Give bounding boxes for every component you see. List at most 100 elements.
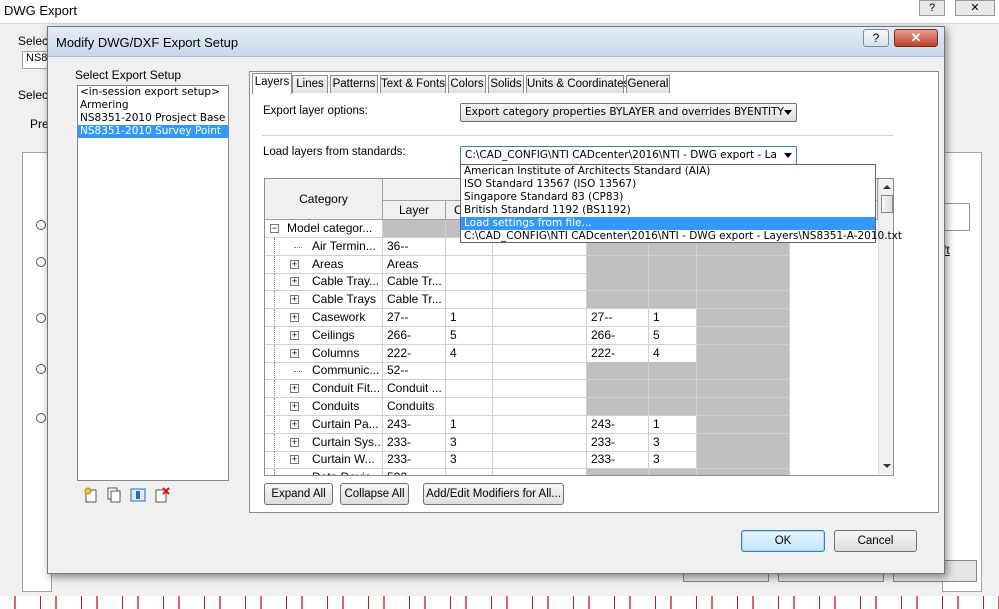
c6-cell[interactable] (697, 309, 790, 327)
export-setup-list[interactable]: <in-session export setup> Armering NS835… (77, 85, 229, 481)
color-cell[interactable] (446, 469, 493, 475)
layer-cell[interactable]: 233- (383, 451, 446, 470)
c5-cell[interactable]: 5 (649, 326, 697, 345)
expand-icon[interactable]: + (290, 277, 299, 287)
scroll-thumb[interactable] (881, 195, 893, 213)
c6-cell[interactable] (697, 291, 790, 310)
layer-cell[interactable]: Conduits (383, 398, 446, 416)
tab-colors[interactable]: Colors (448, 75, 486, 93)
header-layer[interactable]: Layer (383, 201, 446, 220)
tab-layers[interactable]: Layers (252, 73, 292, 94)
background-radio[interactable] (36, 413, 46, 423)
background-radio[interactable] (36, 364, 46, 374)
layer-cell[interactable]: 233- (383, 433, 446, 452)
expand-icon[interactable]: + (290, 419, 299, 429)
table-row[interactable]: + Columns 222- 4 222- 4 (265, 344, 893, 363)
c5-cell[interactable] (649, 380, 697, 399)
c3-cell[interactable] (493, 309, 587, 327)
layer-cell[interactable]: Cable Tr... (383, 291, 446, 310)
c3-cell[interactable] (493, 380, 587, 399)
color-cell[interactable] (446, 380, 493, 399)
table-row[interactable]: Data Devic...522- (265, 469, 893, 475)
layer-cell[interactable]: 52-- (383, 362, 446, 381)
background-close-button[interactable]: ✕ (955, 0, 995, 16)
expand-icon[interactable]: + (290, 313, 299, 322)
expand-icon[interactable]: + (290, 384, 299, 394)
table-row[interactable]: + Curtain Sys... 233- 3 233- 3 (265, 433, 893, 452)
rename-setup-icon[interactable] (130, 487, 146, 503)
dropdown-option[interactable]: American Institute of Architects Standar… (461, 165, 875, 178)
export-layer-options-select[interactable]: Export category properties BYLAYER and o… (460, 103, 797, 122)
table-row[interactable]: + Areas Areas (265, 255, 893, 274)
layer-cell[interactable]: Areas (383, 255, 446, 274)
background-radio[interactable] (36, 220, 46, 230)
c6-cell[interactable] (697, 451, 790, 470)
c6-cell[interactable] (697, 469, 790, 475)
c5-cell[interactable] (649, 362, 697, 381)
c4-cell[interactable]: 222- (587, 344, 649, 363)
expand-icon[interactable]: + (290, 259, 299, 269)
c5-cell[interactable]: 1 (649, 309, 697, 327)
layer-cell[interactable]: 266- (383, 326, 446, 345)
dropdown-option[interactable]: ISO Standard 13567 (ISO 13567) (461, 178, 875, 191)
color-cell[interactable] (446, 398, 493, 416)
c5-cell[interactable]: 4 (649, 344, 697, 363)
c4-cell[interactable] (587, 469, 649, 475)
dropdown-option[interactable]: C:\CAD_CONFIG\NTI CADcenter\2016\NTI - D… (461, 230, 902, 243)
grid-vertical-scrollbar[interactable] (878, 179, 893, 474)
c3-cell[interactable] (493, 451, 587, 470)
c4-cell[interactable]: 233- (587, 433, 649, 452)
color-cell[interactable] (446, 362, 493, 381)
setup-list-item[interactable]: <in-session export setup> (78, 86, 228, 99)
c3-cell[interactable] (493, 291, 587, 310)
table-row[interactable]: + Conduits Conduits (265, 398, 893, 416)
layer-cell[interactable]: 222- (383, 344, 446, 363)
color-cell[interactable]: 5 (446, 326, 493, 345)
table-row[interactable]: + Cable Tray... Cable Tr... (265, 273, 893, 292)
scroll-down-icon[interactable] (883, 464, 891, 468)
layer-cell[interactable]: 243- (383, 415, 446, 434)
add-edit-modifiers-button[interactable]: Add/Edit Modifiers for All... (423, 483, 564, 505)
c3-cell[interactable] (493, 469, 587, 475)
color-cell[interactable] (446, 273, 493, 292)
background-radio[interactable] (36, 257, 46, 267)
c5-cell[interactable] (649, 255, 697, 274)
layer-cell[interactable]: 36-- (383, 237, 446, 256)
delete-setup-icon[interactable] (154, 487, 170, 503)
dropdown-option[interactable]: Singapore Standard 83 (CP83) (461, 191, 875, 204)
c4-cell[interactable]: 243- (587, 415, 649, 434)
c6-cell[interactable] (697, 380, 790, 399)
duplicate-setup-icon[interactable] (106, 487, 122, 503)
expand-icon[interactable]: + (290, 330, 299, 340)
c4-cell[interactable] (587, 362, 649, 381)
c4-cell[interactable]: 233- (587, 451, 649, 470)
color-cell[interactable] (446, 291, 493, 310)
header-category[interactable]: Category (265, 179, 383, 220)
expand-icon[interactable]: + (290, 295, 299, 305)
expand-icon[interactable]: + (290, 455, 299, 465)
c4-cell[interactable] (587, 291, 649, 310)
load-layers-dropdown[interactable]: American Institute of Architects Standar… (460, 164, 902, 243)
c4-cell[interactable]: 27-- (587, 309, 649, 327)
dialog-help-button[interactable]: ? (863, 29, 889, 47)
expand-icon[interactable]: + (290, 348, 299, 358)
layer-cell[interactable]: Cable Tr... (383, 273, 446, 292)
setup-list-item[interactable]: NS8351-2010 Prosject Base Poir (78, 112, 228, 125)
c3-cell[interactable] (493, 433, 587, 452)
c5-cell[interactable] (649, 273, 697, 292)
tab-lines[interactable]: Lines (292, 75, 328, 93)
c6-cell[interactable] (697, 362, 790, 381)
c6-cell[interactable] (697, 255, 790, 274)
c5-cell[interactable] (649, 469, 697, 475)
color-cell[interactable]: 1 (446, 309, 493, 327)
color-cell[interactable]: 1 (446, 415, 493, 434)
tab-general[interactable]: General (626, 75, 670, 93)
layer-cell[interactable] (383, 220, 446, 238)
c3-cell[interactable] (493, 398, 587, 416)
c5-cell[interactable]: 3 (649, 433, 697, 452)
collapse-icon[interactable]: − (270, 224, 279, 233)
ok-button[interactable]: OK (741, 530, 825, 552)
table-row[interactable]: + Conduit Fit... Conduit ... (265, 380, 893, 399)
setup-list-item-selected[interactable]: NS8351-2010 Survey Point (78, 125, 228, 138)
color-cell[interactable] (446, 255, 493, 274)
